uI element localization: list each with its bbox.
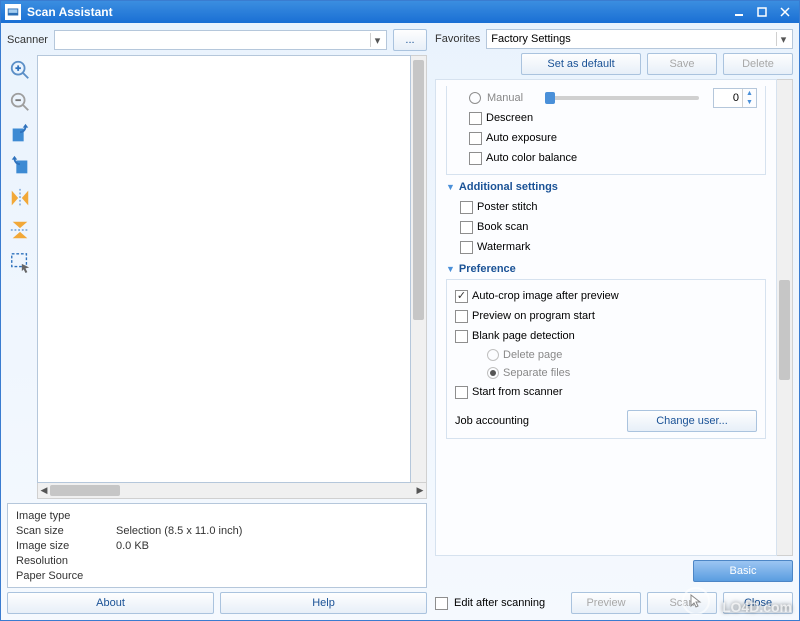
about-button[interactable]: About xyxy=(7,592,214,614)
left-pane: Scanner ▾ ... xyxy=(7,29,427,614)
preview-on-start-checkbox[interactable] xyxy=(455,310,468,323)
selection-icon[interactable] xyxy=(7,249,33,275)
job-accounting-label: Job accounting xyxy=(455,415,529,427)
watermark-checkbox[interactable] xyxy=(460,241,473,254)
zoom-in-icon[interactable] xyxy=(7,57,33,83)
scroll-left-icon[interactable]: ◀ xyxy=(38,485,50,496)
additional-settings-header[interactable]: ▼Additional settings xyxy=(446,181,766,193)
expand-icon: ▼ xyxy=(446,264,455,274)
preview-toolbar xyxy=(7,55,37,499)
spin-down-icon[interactable]: ▼ xyxy=(743,98,756,107)
set-default-button[interactable]: Set as default xyxy=(521,53,641,75)
info-image-size-label: Image size xyxy=(16,540,116,552)
app-window: Scan Assistant Scanner ▾ ... xyxy=(0,0,800,621)
titlebar: Scan Assistant xyxy=(1,1,799,23)
chevron-down-icon: ▾ xyxy=(776,32,790,46)
favorites-dropdown[interactable]: Factory Settings ▾ xyxy=(486,29,793,49)
minimize-button[interactable] xyxy=(728,4,749,20)
scan-button[interactable]: Scan xyxy=(647,592,717,614)
maximize-button[interactable] xyxy=(751,4,772,20)
info-panel: Image type Scan sizeSelection (8.5 x 11.… xyxy=(7,503,427,588)
favorites-label: Favorites xyxy=(435,33,480,45)
preview-canvas[interactable] xyxy=(37,55,411,483)
manual-radio[interactable] xyxy=(469,92,481,104)
manual-slider[interactable] xyxy=(545,96,699,100)
help-button[interactable]: Help xyxy=(220,592,427,614)
scanner-label: Scanner xyxy=(7,34,48,46)
info-resolution-label: Resolution xyxy=(16,555,116,567)
blank-page-checkbox[interactable] xyxy=(455,330,468,343)
edit-after-scanning-label: Edit after scanning xyxy=(454,597,545,609)
delete-favorite-button[interactable]: Delete xyxy=(723,53,793,75)
rotate-left-icon[interactable] xyxy=(7,121,33,147)
preview-vscrollbar[interactable] xyxy=(411,55,427,483)
zoom-out-icon[interactable] xyxy=(7,89,33,115)
manual-spinner[interactable]: ▲▼ xyxy=(713,88,757,108)
edit-after-scanning-checkbox[interactable] xyxy=(435,597,448,610)
close-button[interactable] xyxy=(774,4,795,20)
app-icon xyxy=(5,4,21,20)
preference-header[interactable]: ▼Preference xyxy=(446,263,766,275)
preview-hscrollbar[interactable]: ◀ ▶ xyxy=(37,483,427,499)
scroll-right-icon[interactable]: ▶ xyxy=(414,485,426,496)
auto-exposure-checkbox[interactable] xyxy=(469,132,482,145)
rotate-right-icon[interactable] xyxy=(7,153,33,179)
right-pane: Favorites Factory Settings ▾ Set as defa… xyxy=(435,29,793,614)
expand-icon: ▼ xyxy=(446,182,455,192)
spin-up-icon[interactable]: ▲ xyxy=(743,89,756,98)
info-image-type-label: Image type xyxy=(16,510,116,522)
close-app-button[interactable]: Close xyxy=(723,592,793,614)
poster-stitch-checkbox[interactable] xyxy=(460,201,473,214)
mirror-horizontal-icon[interactable] xyxy=(7,185,33,211)
info-scan-size-label: Scan size xyxy=(16,525,116,537)
info-paper-source-label: Paper Source xyxy=(16,570,116,582)
separate-files-radio xyxy=(487,367,499,379)
manual-label: Manual xyxy=(487,92,523,104)
scanner-dropdown[interactable]: ▾ xyxy=(54,30,387,50)
manual-value-input[interactable] xyxy=(714,89,742,107)
window-title: Scan Assistant xyxy=(27,5,726,19)
change-user-button[interactable]: Change user... xyxy=(627,410,757,432)
chevron-down-icon: ▾ xyxy=(370,33,384,47)
autocrop-checkbox[interactable] xyxy=(455,290,468,303)
browse-scanner-button[interactable]: ... xyxy=(393,29,427,51)
settings-vscrollbar[interactable] xyxy=(777,79,793,556)
book-scan-checkbox[interactable] xyxy=(460,221,473,234)
delete-page-radio xyxy=(487,349,499,361)
save-favorite-button[interactable]: Save xyxy=(647,53,717,75)
mirror-vertical-icon[interactable] xyxy=(7,217,33,243)
basic-mode-button[interactable]: Basic xyxy=(693,560,793,582)
settings-panel: Manual ▲▼ Descreen Auto exposure Auto co… xyxy=(435,79,777,556)
auto-color-balance-checkbox[interactable] xyxy=(469,152,482,165)
start-from-scanner-checkbox[interactable] xyxy=(455,386,468,399)
descreen-checkbox[interactable] xyxy=(469,112,482,125)
preview-button[interactable]: Preview xyxy=(571,592,641,614)
